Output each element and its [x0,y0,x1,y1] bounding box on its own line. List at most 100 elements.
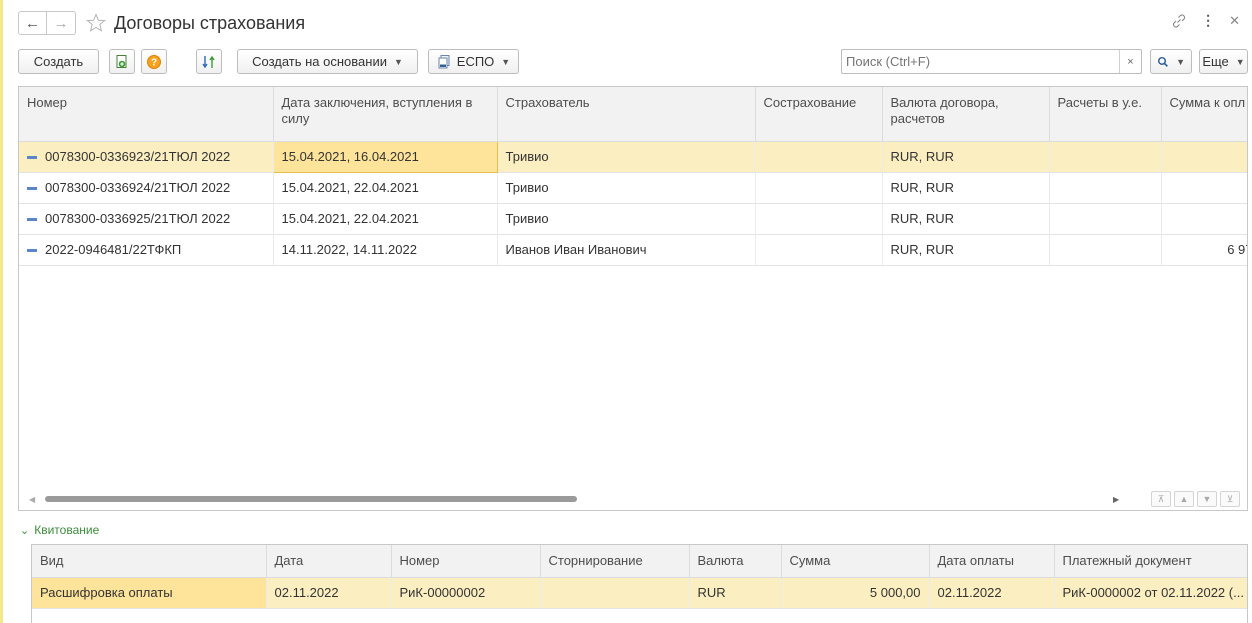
chevron-up-icon: ▲ [1179,494,1189,504]
chevron-down-icon: ▼ [1202,494,1212,504]
reconciliation-table[interactable]: Вид Дата Номер Сторнирование Валюта Сумм… [31,544,1248,623]
scroll-to-bottom-button[interactable]: ⊻ [1220,491,1240,507]
column-header-currency[interactable]: Валюта договора, расчетов [882,87,1050,142]
table-row[interactable]: 0078300-0336923/21ТЮЛ 2022 15.04.2021, 1… [19,140,1247,173]
link-icon[interactable] [1171,13,1187,29]
column-header-payment-date[interactable]: Дата оплаты [929,545,1055,578]
help-button[interactable]: ? [141,49,167,74]
table-header-row: Вид Дата Номер Сторнирование Валюта Сумм… [32,545,1247,578]
cell-dates: 15.04.2021, 22.04.2021 [273,172,498,204]
double-chevron-down-icon: ⊻ [1226,493,1234,504]
chevron-down-icon: ⌄ [20,524,30,537]
cell-dates: 14.11.2022, 14.11.2022 [273,234,498,266]
cell-coinsurance [755,172,883,204]
search-input[interactable] [842,50,1102,73]
cell-coinsurance [755,203,883,235]
back-button[interactable]: ← [18,11,47,35]
scroll-right-icon[interactable]: ▶ [1113,495,1119,504]
cell-kind: Расшифровка оплаты [32,577,267,609]
arrow-right-icon: → [53,14,69,32]
title-bar: ← → Договоры страхования [18,8,305,38]
sort-button[interactable] [196,49,222,74]
cell-number: РиК-00000002 [391,577,541,609]
cell-sum: 5 000,00 [781,577,930,609]
forward-button[interactable]: → [47,11,76,35]
cell-insurer: Иванов Иван Иванович [497,234,756,266]
copy-document-button[interactable] [109,49,135,74]
chevron-down-icon: ▼ [1235,56,1245,67]
column-header-coinsurance[interactable]: Сострахование [755,87,883,142]
cell-amount [1161,203,1247,235]
toolbar: Создать ? Создать на основании ▼ ЕСПО ▼ [18,49,1248,75]
scroll-left-icon[interactable]: ◀ [29,495,35,504]
cell-dates: 15.04.2021, 16.04.2021 [272,140,498,173]
horizontal-scrollbar[interactable]: ◀ ▶ ⊼ ▲ ▼ ⊻ [19,488,1247,510]
cell-number-text: 0078300-0336925/21ТЮЛ 2022 [45,211,231,226]
table-row[interactable]: 0078300-0336924/21ТЮЛ 2022 15.04.2021, 2… [19,172,1247,204]
contracts-table[interactable]: Номер Дата заключения, вступления в силу… [18,86,1248,511]
espo-button[interactable]: ЕСПО ▼ [428,49,519,74]
cell-payment-date: 02.11.2022 [929,577,1055,609]
cell-number-text: 0078300-0336923/21ТЮЛ 2022 [45,149,231,164]
column-header-date[interactable]: Дата [266,545,392,578]
scrollbar-thumb[interactable] [45,496,577,502]
cell-reversal [540,577,690,609]
close-icon: × [1127,55,1134,68]
cell-conventional-units [1049,141,1162,173]
form-edge-marker [0,0,3,623]
cell-number: 0078300-0336923/21ТЮЛ 2022 [19,141,274,173]
cell-insurer: Тривио [497,203,756,235]
cell-coinsurance [755,141,883,173]
reconciliation-section-toggle[interactable]: ⌄ Квитование [20,523,99,537]
document-marker-icon [27,218,37,222]
column-header-insurer[interactable]: Страхователь [497,87,756,142]
cell-number: 2022-0946481/22ТФКП [19,234,274,266]
search-field[interactable]: × [841,49,1142,74]
table-row[interactable]: Расшифровка оплаты 02.11.2022 РиК-000000… [32,577,1247,609]
column-header-payment-document[interactable]: Платежный документ [1054,545,1247,578]
chevron-down-icon: ▼ [1176,56,1185,67]
espo-document-icon [438,54,450,68]
clear-search-button[interactable]: × [1119,50,1141,73]
column-header-amount[interactable]: Сумма к опл [1161,87,1247,142]
column-header-number[interactable]: Номер [19,87,274,142]
create-on-basis-label: Создать на основании [252,54,387,69]
cell-conventional-units [1049,234,1162,266]
star-icon[interactable] [86,13,106,33]
scrollbar-track[interactable] [45,496,1130,502]
more-button-label: Еще [1202,54,1229,69]
column-header-currency[interactable]: Валюта [689,545,782,578]
column-header-kind[interactable]: Вид [32,545,267,578]
table-row[interactable]: 0078300-0336925/21ТЮЛ 2022 15.04.2021, 2… [19,203,1247,235]
section-title: Квитование [34,523,100,537]
arrow-left-icon: ← [25,14,40,32]
column-header-dates[interactable]: Дата заключения, вступления в силу [273,87,498,142]
cell-coinsurance [755,234,883,266]
table-header-row: Номер Дата заключения, вступления в силу… [19,87,1247,142]
table-row[interactable]: 2022-0946481/22ТФКП 14.11.2022, 14.11.20… [19,234,1247,266]
cell-date: 02.11.2022 [266,577,392,609]
scroll-down-button[interactable]: ▼ [1197,491,1217,507]
espo-button-label: ЕСПО [456,54,495,69]
cell-currency: RUR [689,577,782,609]
scroll-to-top-button[interactable]: ⊼ [1151,491,1171,507]
scroll-up-button[interactable]: ▲ [1174,491,1194,507]
cell-amount: 6 97 [1161,234,1247,266]
search-button[interactable]: ▼ [1150,49,1192,74]
cell-currency: RUR, RUR [882,203,1050,235]
cell-insurer: Тривио [497,172,756,204]
cell-amount [1161,172,1247,204]
create-button[interactable]: Создать [18,49,99,74]
kebab-menu-icon[interactable]: ⋮ [1201,12,1215,29]
create-on-basis-button[interactable]: Создать на основании ▼ [237,49,418,74]
window-controls: ⋮ ✕ [1171,12,1240,29]
copy-document-icon [116,54,127,68]
column-header-number[interactable]: Номер [391,545,541,578]
column-header-conventional-units[interactable]: Расчеты в у.е. [1049,87,1162,142]
cell-currency: RUR, RUR [882,172,1050,204]
column-header-reversal[interactable]: Сторнирование [540,545,690,578]
more-button[interactable]: Еще ▼ [1199,49,1248,74]
column-header-sum[interactable]: Сумма [781,545,930,578]
close-icon[interactable]: ✕ [1229,13,1240,29]
search-icon [1157,56,1168,67]
